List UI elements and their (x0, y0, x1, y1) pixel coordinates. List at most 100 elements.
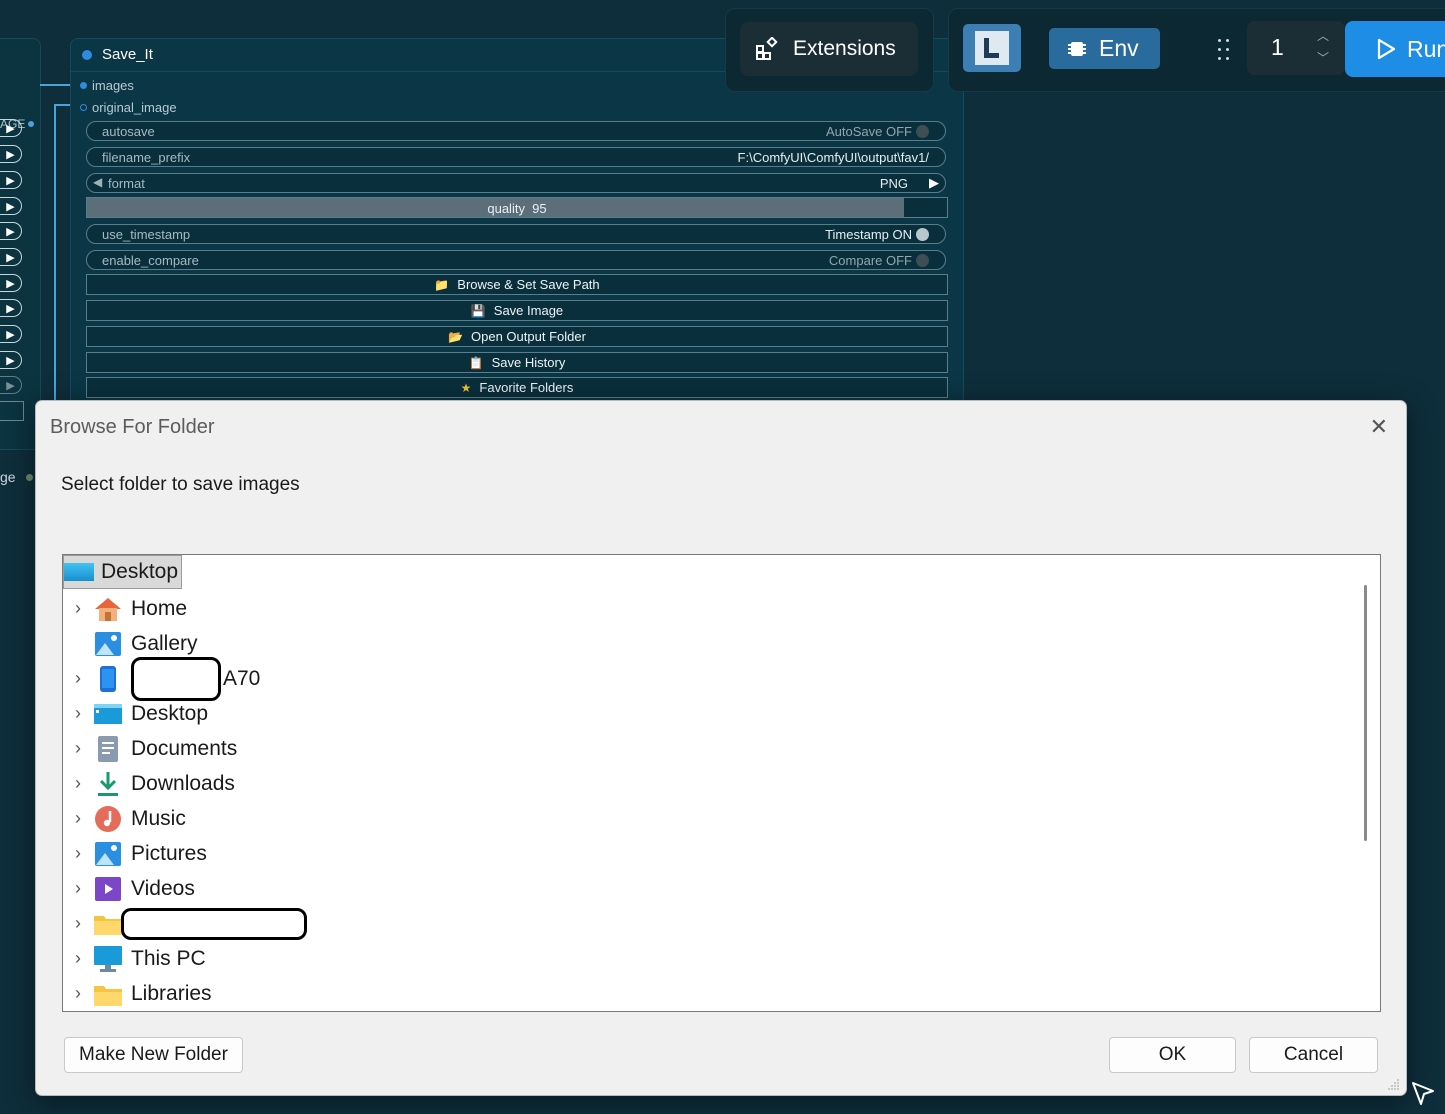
open-output-folder-button[interactable]: 📂 Open Output Folder (86, 326, 948, 347)
chevron-right-icon[interactable]: › (63, 878, 93, 899)
tree-item-desktop[interactable]: › Desktop (63, 696, 208, 731)
tree-item-videos[interactable]: › Videos (63, 871, 195, 906)
slot-dot[interactable] (80, 104, 87, 111)
input-slot-original-image[interactable]: original_image (80, 100, 177, 115)
play-button[interactable]: ▶ (0, 145, 22, 163)
chevron-right-icon[interactable]: › (63, 703, 93, 724)
pictures-icon (93, 840, 123, 868)
make-new-folder-button[interactable]: Make New Folder (64, 1037, 243, 1073)
play-button[interactable]: ▶ (0, 171, 22, 189)
node-title: Save_It (102, 46, 153, 63)
cancel-button[interactable]: Cancel (1249, 1037, 1378, 1073)
tree-item-home[interactable]: › Home (63, 591, 187, 626)
gallery-icon (93, 630, 123, 658)
chevron-right-icon[interactable]: › (63, 948, 93, 969)
star-icon: ★ (460, 380, 472, 395)
play-button[interactable]: ▶ (0, 299, 22, 317)
link-wire (54, 104, 56, 404)
tree-item-gallery[interactable]: Gallery (63, 626, 198, 661)
libraries-icon (93, 980, 123, 1008)
clipboard-icon: 📋 (468, 355, 484, 370)
output-slot-dot[interactable] (28, 121, 34, 127)
favorite-folders-button[interactable]: ★ Favorite Folders (86, 377, 948, 398)
close-icon[interactable]: ✕ (1370, 414, 1388, 440)
play-button[interactable]: ▶ (0, 197, 22, 215)
slot-dot[interactable] (80, 82, 87, 89)
folder-icon: 📁 (434, 277, 450, 292)
tree-item-pictures[interactable]: › Pictures (63, 836, 207, 871)
chevron-down-icon[interactable]: ﹀ (1317, 49, 1329, 66)
chevron-up-icon[interactable]: ︿ (1317, 27, 1329, 44)
save-image-button[interactable]: 💾 Save Image (86, 300, 948, 321)
use-timestamp-toggle[interactable]: use_timestamp Timestamp ON (86, 224, 946, 244)
phone-icon (93, 665, 123, 693)
chevron-right-icon[interactable]: › (63, 808, 93, 829)
autosave-toggle[interactable]: autosave AutoSave OFF (86, 121, 946, 141)
select-cursor-icon[interactable] (1410, 1080, 1436, 1108)
bottom-output-label: ge (0, 469, 16, 485)
filename-prefix-field[interactable]: filename_prefix F:\ComfyUI\ComfyUI\outpu… (86, 147, 946, 167)
documents-icon (93, 735, 123, 763)
open-folder-icon: 📂 (448, 329, 464, 344)
play-button[interactable]: ▶ (0, 248, 22, 266)
chip-icon (1068, 41, 1086, 56)
ok-button[interactable]: OK (1109, 1037, 1236, 1073)
tree-item-libraries[interactable]: › Libraries (63, 976, 212, 1011)
enable-compare-toggle[interactable]: enable_compare Compare OFF (86, 250, 946, 270)
format-combo[interactable]: ◀ format PNG ▶ (86, 173, 946, 193)
input-slot-images[interactable]: images (80, 78, 134, 93)
save-history-button[interactable]: 📋 Save History (86, 352, 948, 373)
drag-handle-icon[interactable] (1216, 37, 1232, 63)
env-button[interactable]: Env (1049, 28, 1160, 69)
chevron-right-icon[interactable]: › (63, 913, 93, 934)
extensions-button[interactable]: Extensions (740, 22, 918, 76)
extensions-icon (756, 37, 778, 60)
floppy-disk-icon: 💾 (470, 303, 486, 318)
folder-icon (93, 910, 123, 938)
tree-item-this-pc[interactable]: › This PC (63, 941, 206, 976)
app-logo-button[interactable] (963, 24, 1021, 72)
toggle-off-icon (916, 254, 929, 267)
logo-icon (975, 31, 1009, 65)
resize-grip-icon[interactable] (1386, 1077, 1400, 1091)
tree-scrollbar[interactable] (1364, 585, 1367, 841)
tree-item-redacted-folder[interactable]: › (63, 906, 307, 941)
play-button[interactable]: ▶ (0, 274, 22, 292)
tree-item-documents[interactable]: › Documents (63, 731, 237, 766)
bottom-output-dot[interactable] (26, 474, 33, 481)
this-pc-icon (93, 945, 123, 973)
tree-root-desktop[interactable]: Desktop (63, 555, 182, 589)
play-button[interactable]: ▶ (0, 376, 22, 394)
browse-for-folder-dialog[interactable]: Browse For Folder ✕ Select folder to sav… (35, 400, 1407, 1096)
chevron-right-icon[interactable]: › (63, 983, 93, 1004)
desktop-icon (64, 563, 94, 581)
dialog-title: Browse For Folder (50, 416, 215, 438)
chevron-right-icon[interactable]: › (63, 738, 93, 759)
play-button[interactable]: ▶ (0, 119, 22, 137)
tree-item-downloads[interactable]: › Downloads (63, 766, 235, 801)
save-it-node[interactable]: Save_It images original_image autosave A… (70, 38, 964, 420)
chevron-right-icon[interactable]: › (63, 843, 93, 864)
collapse-dot[interactable] (82, 50, 92, 60)
tree-item-music[interactable]: › Music (63, 801, 186, 836)
chevron-right-icon[interactable]: › (63, 773, 93, 794)
play-button[interactable]: ▶ (0, 325, 22, 343)
play-button[interactable]: ▶ (0, 351, 22, 369)
run-button[interactable]: Run (1345, 21, 1445, 77)
play-button[interactable]: ▶ (0, 222, 22, 240)
batch-count-stepper[interactable]: 1 ︿ ﹀ (1247, 21, 1345, 75)
tree-item-phone[interactable]: › A70 (63, 656, 260, 701)
toggle-on-icon (916, 228, 929, 241)
combo-left-arrow-icon[interactable]: ◀ (93, 175, 102, 189)
combo-right-arrow-icon[interactable]: ▶ (929, 175, 939, 191)
input-box[interactable] (0, 401, 24, 421)
downloads-icon (93, 770, 123, 798)
browse-save-path-button[interactable]: 📁 Browse & Set Save Path (86, 274, 948, 295)
chevron-right-icon[interactable]: › (63, 598, 93, 619)
chevron-right-icon[interactable]: › (63, 668, 93, 689)
play-icon (1377, 38, 1396, 60)
home-icon (93, 595, 123, 623)
folder-tree[interactable]: Desktop › Home Gallery › A70 › Desktop ›… (62, 554, 1381, 1012)
quality-slider[interactable]: quality 95 (86, 197, 948, 218)
music-icon (93, 805, 123, 833)
